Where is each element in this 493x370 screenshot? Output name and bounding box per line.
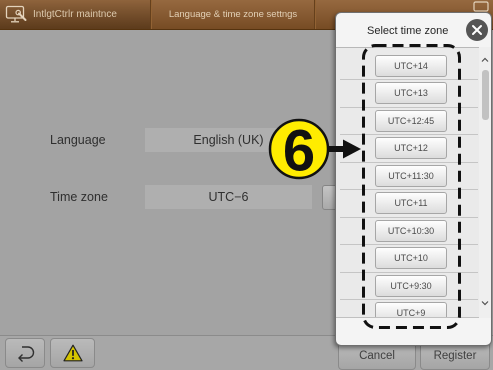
dialog-title: Select time zone bbox=[367, 25, 449, 37]
close-button[interactable] bbox=[466, 19, 488, 41]
time-zone-option-button[interactable]: UTC+14 bbox=[375, 54, 447, 77]
time-zone-option-button[interactable]: UTC+11:30 bbox=[375, 164, 447, 187]
scrollbar-thumb[interactable] bbox=[481, 70, 489, 120]
warning-icon bbox=[62, 344, 83, 362]
time-zone-row: UTC+12:45 bbox=[340, 108, 478, 135]
scrollbar[interactable] bbox=[479, 47, 491, 318]
tab-language-time-zone-settings[interactable]: Language & time zone settngs bbox=[152, 0, 314, 29]
time-zone-option-button[interactable]: UTC+12 bbox=[375, 137, 447, 160]
time-zone-row: UTC+10 bbox=[340, 245, 478, 273]
time-zone-row: UTC+9 bbox=[340, 300, 478, 317]
time-zone-row: UTC+13 bbox=[340, 80, 478, 108]
time-zone-list[interactable]: UTC+14 UTC+13 UTC+12:45 UTC+12 UTC+11:30 UTC+… bbox=[336, 47, 479, 318]
language-label: Language bbox=[50, 133, 106, 147]
window-icon[interactable] bbox=[473, 1, 489, 12]
time-zone-row: UTC+14 bbox=[340, 53, 478, 80]
return-icon bbox=[18, 346, 35, 362]
time-zone-option-button[interactable]: UTC+10:30 bbox=[375, 219, 447, 242]
time-zone-option-button[interactable]: UTC+9:30 bbox=[375, 274, 447, 297]
chevron-down-icon[interactable] bbox=[481, 299, 489, 307]
warning-button[interactable] bbox=[50, 338, 95, 368]
time-zone-options: UTC+14 UTC+13 UTC+12:45 UTC+12 UTC+11:30 UTC+… bbox=[336, 48, 479, 317]
time-zone-value[interactable]: UTC−6 bbox=[145, 185, 312, 209]
app-section[interactable]: IntlgtCtrlr maintnce bbox=[0, 0, 150, 29]
time-zone-row: UTC+11:30 bbox=[340, 163, 478, 190]
time-zone-option-button[interactable]: UTC+9 bbox=[375, 302, 447, 317]
time-zone-row: UTC+12 bbox=[340, 135, 478, 163]
time-zone-dialog: Select time zone UTC+14 UTC+13 UTC+12:45 UT… bbox=[335, 12, 492, 346]
time-zone-row: UTC+11 bbox=[340, 190, 478, 218]
app-title: IntlgtCtrlr maintnce bbox=[33, 9, 117, 20]
time-zone-label: Time zone bbox=[50, 190, 108, 204]
time-zone-row: UTC+9:30 bbox=[340, 273, 478, 300]
maintenance-monitor-icon bbox=[5, 5, 27, 23]
time-zone-option-button[interactable]: UTC+12:45 bbox=[375, 109, 447, 132]
cancel-button[interactable]: Cancel bbox=[338, 342, 416, 370]
time-zone-option-button[interactable]: UTC+11 bbox=[375, 192, 447, 215]
time-zone-option-button[interactable]: UTC+13 bbox=[375, 82, 447, 105]
back-button[interactable] bbox=[5, 338, 45, 368]
time-zone-option-button[interactable]: UTC+10 bbox=[375, 247, 447, 270]
close-icon bbox=[472, 25, 482, 35]
header-divider bbox=[314, 0, 316, 29]
language-value[interactable]: English (UK) bbox=[145, 128, 312, 152]
chevron-up-icon[interactable] bbox=[481, 56, 489, 64]
register-button[interactable]: Register bbox=[420, 342, 490, 370]
time-zone-row: UTC+10:30 bbox=[340, 218, 478, 245]
